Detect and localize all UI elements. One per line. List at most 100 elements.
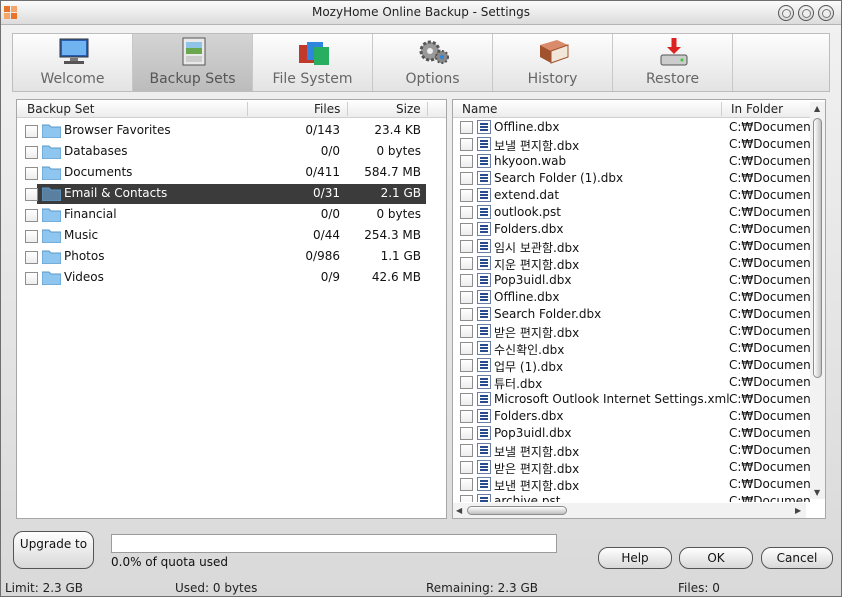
file-row[interactable]: Offline.dbx C:₩Documents [453, 119, 810, 136]
backup-set-row[interactable]: Photos 0/986 1.1 GB [17, 246, 446, 267]
file-folder: C:₩Documents [729, 324, 810, 338]
backup-set-files: 0/0 [320, 207, 340, 221]
file-row[interactable]: Microsoft Outlook Internet Settings.xml C… [453, 391, 810, 408]
file-checkbox[interactable] [460, 342, 473, 355]
file-row[interactable]: archive.pst C:₩Documents [453, 493, 810, 502]
title-bar[interactable]: MozyHome Online Backup - Settings [1, 1, 841, 25]
file-row[interactable]: 보낸 편지함.dbx C:₩Documents [453, 476, 810, 493]
tab-backup-sets[interactable]: Backup Sets [133, 34, 253, 91]
file-row[interactable]: Search Folder.dbx C:₩Documents [453, 306, 810, 323]
file-checkbox[interactable] [460, 121, 473, 134]
file-row[interactable]: 수신확인.dbx C:₩Documents [453, 340, 810, 357]
file-row[interactable]: 받은 편지함.dbx C:₩Documents [453, 323, 810, 340]
horizontal-scroll-thumb[interactable] [467, 506, 567, 515]
cancel-button[interactable]: Cancel [761, 547, 833, 569]
backup-set-row[interactable]: Music 0/44 254.3 MB [17, 225, 446, 246]
scroll-down-icon[interactable]: ▼ [814, 488, 820, 497]
backup-set-checkbox[interactable] [25, 146, 38, 159]
file-row[interactable]: Folders.dbx C:₩Documents [453, 221, 810, 238]
file-checkbox[interactable] [460, 155, 473, 168]
column-header-files[interactable]: Files [314, 102, 340, 116]
file-checkbox[interactable] [460, 410, 473, 423]
file-checkbox[interactable] [460, 189, 473, 202]
backup-set-checkbox[interactable] [25, 230, 38, 243]
backup-set-row[interactable]: Browser Favorites 0/143 23.4 KB [17, 120, 446, 141]
tab-welcome[interactable]: Welcome [13, 34, 133, 91]
backup-set-size: 23.4 KB [374, 123, 421, 137]
file-row[interactable]: Search Folder (1).dbx C:₩Documents [453, 170, 810, 187]
tab-history[interactable]: History [493, 34, 613, 91]
file-checkbox[interactable] [460, 376, 473, 389]
quota-bar [111, 534, 557, 553]
file-row[interactable]: 보낼 편지함.dbx C:₩Documents [453, 442, 810, 459]
file-row[interactable]: outlook.pst C:₩Documents [453, 204, 810, 221]
backup-set-checkbox[interactable] [25, 251, 38, 264]
file-checkbox[interactable] [460, 325, 473, 338]
scroll-up-icon[interactable]: ▲ [814, 104, 820, 113]
file-checkbox[interactable] [460, 427, 473, 440]
file-row[interactable]: Pop3uidl.dbx C:₩Documents [453, 425, 810, 442]
scroll-left-icon[interactable]: ◀ [456, 506, 462, 515]
tab-file-system[interactable]: File System [253, 34, 373, 91]
file-checkbox[interactable] [460, 359, 473, 372]
column-header-name[interactable]: Name [462, 102, 497, 116]
file-icon [477, 460, 491, 474]
file-checkbox[interactable] [460, 291, 473, 304]
file-checkbox[interactable] [460, 495, 473, 502]
minimize-button[interactable] [778, 5, 794, 21]
file-row[interactable]: extend.dat C:₩Documents [453, 187, 810, 204]
help-button[interactable]: Help [598, 547, 672, 569]
file-checkbox[interactable] [460, 138, 473, 151]
backup-set-row[interactable]: Email & Contacts 0/31 2.1 GB [17, 183, 446, 204]
file-checkbox[interactable] [460, 461, 473, 474]
vertical-scroll-thumb[interactable] [813, 118, 822, 378]
file-icon [477, 494, 491, 502]
file-name: 받은 편지함.dbx [494, 326, 580, 340]
column-header-in-folder[interactable]: In Folder [731, 102, 783, 116]
backup-set-checkbox[interactable] [25, 209, 38, 222]
maximize-button[interactable] [798, 5, 814, 21]
ok-button[interactable]: OK [679, 547, 753, 569]
tab-options[interactable]: Options [373, 34, 493, 91]
backup-set-row[interactable]: Financial 0/0 0 bytes [17, 204, 446, 225]
file-checkbox[interactable] [460, 308, 473, 321]
file-row[interactable]: 보낼 편지함.dbx C:₩Documents [453, 136, 810, 153]
file-row[interactable]: Folders.dbx C:₩Documents [453, 408, 810, 425]
column-header-backup-set[interactable]: Backup Set [27, 102, 95, 116]
scroll-right-icon[interactable]: ▶ [795, 506, 801, 515]
file-name: 보낼 편지함.dbx [494, 139, 580, 153]
file-name: Search Folder.dbx [494, 307, 602, 321]
file-row[interactable]: 업무 (1).dbx C:₩Documents [453, 357, 810, 374]
file-checkbox[interactable] [460, 206, 473, 219]
file-checkbox[interactable] [460, 274, 473, 287]
file-folder: C:₩Documents [729, 426, 810, 440]
file-checkbox[interactable] [460, 393, 473, 406]
backup-set-checkbox[interactable] [25, 188, 38, 201]
file-row[interactable]: Pop3uidl.dbx C:₩Documents [453, 272, 810, 289]
backup-set-row[interactable]: Databases 0/0 0 bytes [17, 141, 446, 162]
file-row[interactable]: hkyoon.wab C:₩Documents [453, 153, 810, 170]
file-row[interactable]: 튜터.dbx C:₩Documents [453, 374, 810, 391]
backup-set-row[interactable]: Videos 0/9 42.6 MB [17, 267, 446, 288]
file-checkbox[interactable] [460, 223, 473, 236]
file-checkbox[interactable] [460, 257, 473, 270]
file-row[interactable]: 지운 편지함.dbx C:₩Documents [453, 255, 810, 272]
column-header-size[interactable]: Size [396, 102, 421, 116]
backup-set-checkbox[interactable] [25, 167, 38, 180]
backup-set-checkbox[interactable] [25, 272, 38, 285]
file-icon [477, 307, 491, 321]
backup-set-checkbox[interactable] [25, 125, 38, 138]
horizontal-scrollbar[interactable]: ◀ ▶ [453, 503, 806, 518]
file-checkbox[interactable] [460, 172, 473, 185]
backup-set-row[interactable]: Documents 0/411 584.7 MB [17, 162, 446, 183]
tab-restore[interactable]: Restore [613, 34, 733, 91]
file-checkbox[interactable] [460, 444, 473, 457]
file-row[interactable]: 받은 편지함.dbx C:₩Documents [453, 459, 810, 476]
close-button[interactable] [818, 5, 834, 21]
file-checkbox[interactable] [460, 240, 473, 253]
vertical-scrollbar[interactable]: ▲ ▼ [810, 102, 825, 499]
file-checkbox[interactable] [460, 478, 473, 491]
upgrade-button[interactable]: Upgrade to [13, 531, 94, 569]
file-row[interactable]: Offline.dbx C:₩Documents [453, 289, 810, 306]
file-row[interactable]: 임시 보관함.dbx C:₩Documents [453, 238, 810, 255]
